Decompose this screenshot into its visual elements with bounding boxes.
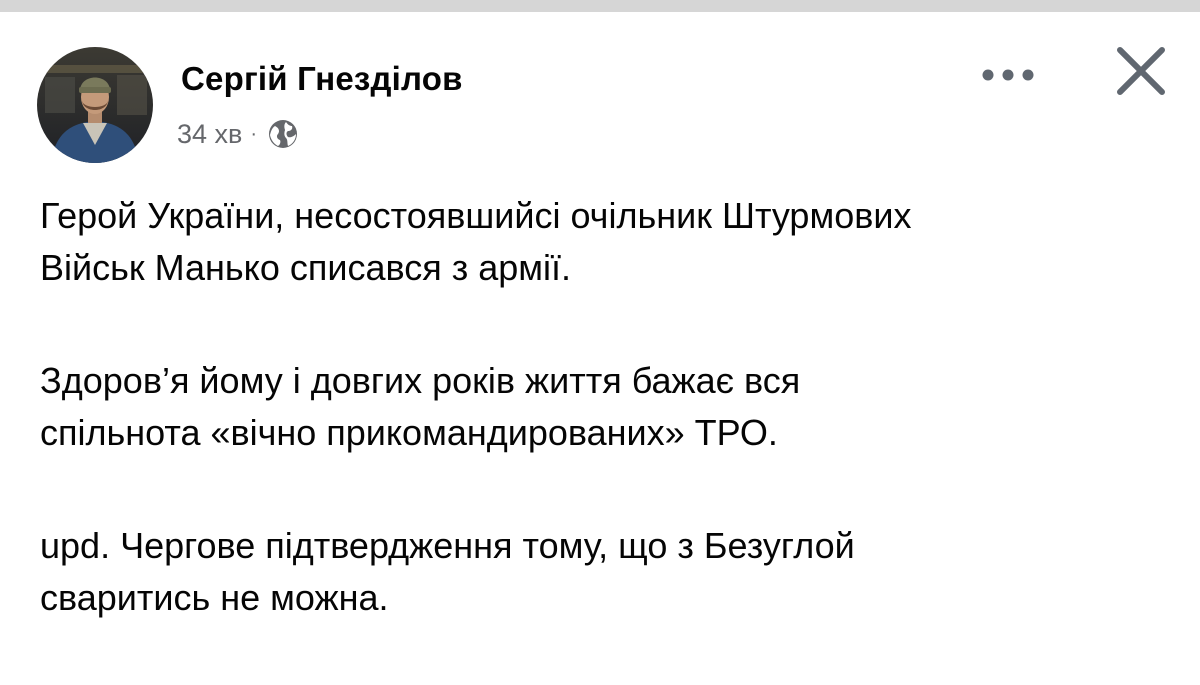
avatar-image: [37, 47, 153, 163]
post-meta: 34 хв ·: [177, 116, 300, 152]
more-options-icon: [982, 69, 1034, 81]
post-paragraph: upd. Чергове підтвердження тому, що з Бе…: [40, 525, 855, 618]
meta-separator: ·: [250, 122, 258, 145]
post-card: Сергій Гнезділов 34 хв · Герой України, …: [0, 12, 1200, 629]
post-text: Герой України, несостоявшийсі очільник Ш…: [40, 190, 1160, 685]
close-icon: [1117, 47, 1165, 95]
top-strip: [0, 0, 1200, 12]
more-options-button[interactable]: [978, 50, 1038, 100]
avatar[interactable]: [37, 47, 153, 163]
close-button[interactable]: [1110, 40, 1172, 102]
post-paragraph: Здоров’я йому і довгих років життя бажає…: [40, 360, 801, 453]
globe-icon[interactable]: [266, 117, 300, 151]
post-paragraph: Герой України, несостоявшийсі очільник Ш…: [40, 195, 912, 288]
post-time[interactable]: 34 хв: [177, 119, 242, 150]
author-name[interactable]: Сергій Гнезділов: [181, 60, 463, 98]
